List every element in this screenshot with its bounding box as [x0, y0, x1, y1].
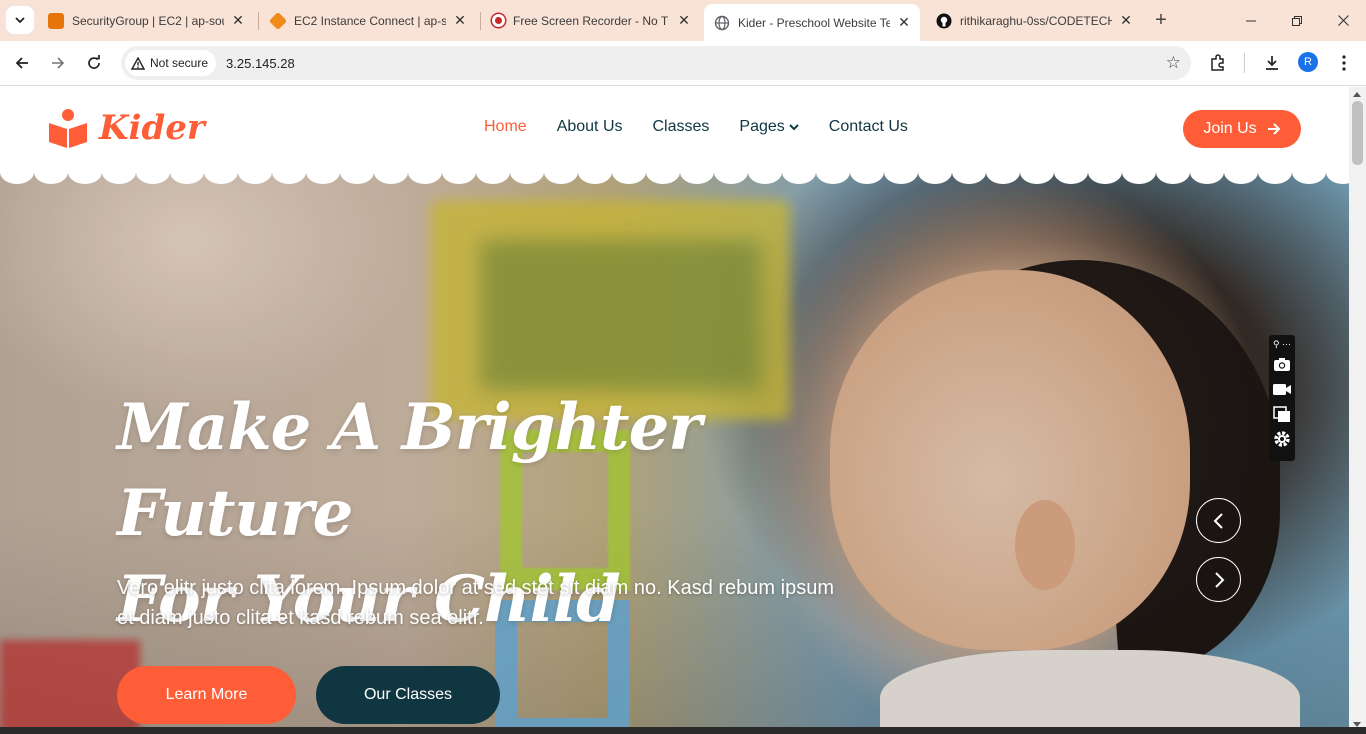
brand-logo[interactable]: Kider [47, 107, 205, 149]
hero-description: Vero elitr justo clita lorem. Ipsum dolo… [117, 573, 857, 633]
scroll-up-arrow[interactable] [1353, 92, 1361, 97]
tab-github[interactable]: rithikaraghu-0ss/CODETECH ✕ [926, 6, 1142, 35]
join-us-button[interactable]: Join Us [1183, 110, 1301, 148]
menu-pages-label: Pages [739, 118, 785, 135]
page-viewport: Kider Home About Us Classes Pages Contac… [0, 87, 1366, 734]
tab-title: SecurityGroup | EC2 | ap-sou [72, 13, 224, 28]
close-tab-icon[interactable]: ✕ [230, 12, 246, 29]
main-menu: Home About Us Classes Pages Contact Us [484, 118, 938, 136]
screen-recorder-toolbar: ⚲ ⋯ [1269, 335, 1295, 461]
close-window-button[interactable] [1320, 0, 1366, 41]
page-scrollbar[interactable] [1349, 87, 1366, 734]
site-info-chip[interactable]: Not secure [125, 50, 217, 76]
reload-button[interactable] [80, 49, 108, 77]
video-camera-icon[interactable] [1272, 378, 1292, 400]
chevron-left-icon [1213, 512, 1223, 529]
extensions-icon[interactable] [1206, 51, 1230, 75]
back-button[interactable] [8, 49, 36, 77]
menu-pages[interactable]: Pages [739, 118, 799, 136]
gear-icon[interactable] [1272, 428, 1292, 450]
our-classes-button[interactable]: Our Classes [316, 666, 500, 724]
tab-strip: SecurityGroup | EC2 | ap-sou ✕ EC2 Insta… [0, 0, 1366, 41]
arrow-right-icon [52, 57, 65, 69]
menu-classes[interactable]: Classes [653, 118, 710, 136]
learn-more-button[interactable]: Learn More [117, 666, 296, 724]
scroll-thumb[interactable] [1352, 101, 1363, 165]
address-bar[interactable]: Not secure 3.25.145.28 ☆ [121, 46, 1191, 80]
carousel-prev-button[interactable] [1196, 498, 1241, 543]
camera-icon[interactable] [1272, 353, 1292, 375]
menu-contact[interactable]: Contact Us [829, 118, 908, 136]
tab-securitygroup[interactable]: SecurityGroup | EC2 | ap-sou ✕ [38, 6, 254, 35]
bookmark-star-icon[interactable]: ☆ [1166, 53, 1181, 73]
brand-name: Kider [99, 108, 205, 148]
hero-title-line1: Make A Brighter Future [117, 390, 702, 551]
menu-home[interactable]: Home [484, 118, 527, 136]
tab-title: EC2 Instance Connect | ap-so [294, 13, 446, 28]
download-icon[interactable] [1260, 51, 1284, 75]
site-navbar: Kider Home About Us Classes Pages Contac… [0, 87, 1349, 172]
scallop-divider [0, 170, 1349, 184]
tab-title: Kider - Preschool Website Te [738, 15, 890, 30]
browser-toolbar: Not secure 3.25.145.28 ☆ [0, 41, 1366, 86]
arrow-right-icon [1267, 123, 1281, 135]
book-reader-icon [49, 109, 87, 148]
reload-icon [88, 55, 100, 69]
security-label: Not secure [150, 56, 209, 70]
hero-text-line1: Vero elitr justo clita lorem. Ipsum dolo… [117, 577, 834, 599]
tab-screen-recorder[interactable]: Free Screen Recorder - No T ✕ [482, 6, 700, 35]
taskbar-edge [0, 727, 1366, 734]
tab-title: Free Screen Recorder - No T [513, 13, 669, 28]
restore-button[interactable] [1274, 0, 1320, 41]
warning-icon [131, 56, 145, 70]
close-tab-icon[interactable]: ✕ [896, 14, 912, 31]
cube-icon [268, 11, 288, 30]
copy-window-icon[interactable] [1272, 403, 1292, 425]
tab-search-button[interactable] [6, 6, 34, 34]
url-text[interactable]: 3.25.145.28 [226, 56, 295, 71]
tab-ec2-instance-connect[interactable]: EC2 Instance Connect | ap-so ✕ [260, 6, 476, 35]
record-icon [492, 14, 505, 27]
join-label: Join Us [1203, 120, 1257, 137]
chevron-down-icon [15, 17, 25, 24]
hero-text-line2: et diam justo clita et kasd rebum sea el… [117, 607, 484, 629]
close-tab-icon[interactable]: ✕ [676, 12, 692, 29]
recorder-menu-icon[interactable]: ⚲ ⋯ [1273, 338, 1291, 350]
new-tab-button[interactable]: + [1150, 9, 1172, 31]
menu-about[interactable]: About Us [557, 118, 623, 136]
tab-kider[interactable]: Kider - Preschool Website Te ✕ [704, 4, 920, 41]
close-tab-icon[interactable]: ✕ [452, 12, 468, 29]
forward-button[interactable] [44, 49, 72, 77]
tab-title: rithikaraghu-0ss/CODETECH [960, 13, 1112, 28]
close-tab-icon[interactable]: ✕ [1118, 12, 1134, 29]
aws-icon [48, 12, 64, 29]
more-menu-icon[interactable] [1332, 51, 1356, 75]
arrow-left-icon [15, 57, 28, 69]
globe-icon [714, 15, 730, 31]
minimize-button[interactable] [1228, 0, 1274, 41]
profile-avatar[interactable]: R [1298, 52, 1318, 72]
chevron-down-icon [789, 124, 799, 131]
chevron-right-icon [1214, 571, 1224, 588]
github-icon [936, 13, 952, 29]
carousel-next-button[interactable] [1196, 557, 1241, 602]
